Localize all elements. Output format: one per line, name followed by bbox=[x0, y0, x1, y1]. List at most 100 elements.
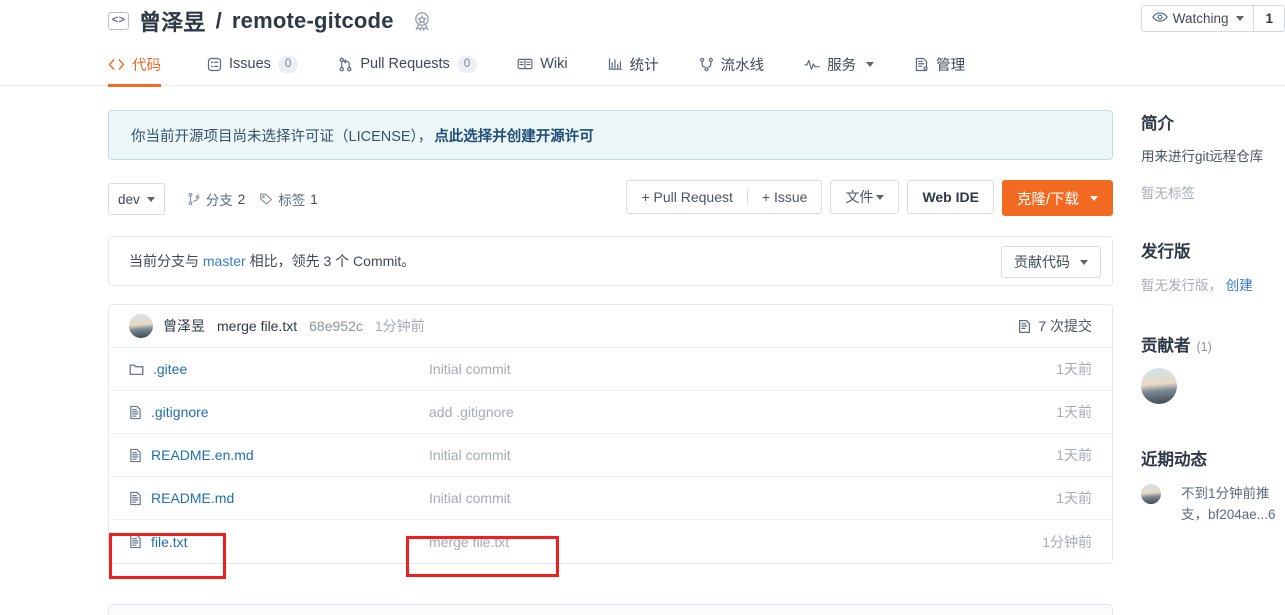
repo-header: <> 曾泽昱 / remote-gitcode Watching 1 bbox=[0, 0, 1285, 41]
repo-owner-link[interactable]: 曾泽昱 bbox=[139, 5, 206, 37]
file-icon bbox=[129, 491, 142, 506]
sidebar-contributors-title: 贡献者 (1) bbox=[1141, 332, 1285, 356]
compare-suffix: 个 Commit。 bbox=[335, 253, 416, 269]
file-commit-message[interactable]: Initial commit bbox=[429, 490, 1092, 506]
code-icon bbox=[108, 58, 125, 71]
avatar[interactable] bbox=[1141, 367, 1177, 404]
tab-issues-label: Issues bbox=[229, 56, 271, 72]
tab-statistics[interactable]: 统计 bbox=[588, 42, 679, 86]
activity-item: 不到1分钟前推 支，bf204ae...6 bbox=[1141, 483, 1285, 526]
commit-history-link[interactable]: 7 次提交 bbox=[1017, 316, 1092, 336]
chevron-down-icon bbox=[146, 196, 155, 202]
clone-download-label: 克隆/下载 bbox=[1016, 191, 1079, 208]
commit-time: 1分钟前 bbox=[374, 318, 425, 334]
file-link[interactable]: .gitignore bbox=[151, 404, 209, 420]
branch-compare-notice: 当前分支与 master 相比，领先 3 个 Commit。 贡献代码 bbox=[108, 236, 1113, 286]
tab-code[interactable]: 代码 bbox=[108, 42, 187, 87]
file-commit-message[interactable]: Initial commit bbox=[429, 361, 1092, 377]
sidebar-about-title: 简介 bbox=[1141, 115, 1174, 133]
license-banner-link[interactable]: 点此选择并创建开源许可 bbox=[434, 125, 594, 146]
folder-icon bbox=[129, 363, 144, 376]
tab-pipeline[interactable]: 流水线 bbox=[679, 42, 785, 86]
branches-link[interactable]: 分支 2 bbox=[187, 189, 245, 209]
file-icon bbox=[129, 405, 142, 420]
avatar bbox=[129, 314, 153, 338]
branch-selector-label: dev bbox=[118, 191, 140, 207]
compare-base-branch[interactable]: master bbox=[203, 253, 246, 269]
sidebar-releases-empty: 暂无发行版， 创建 bbox=[1141, 274, 1285, 294]
main-column: 你当前开源项目尚未选择许可证（LICENSE）， 点此选择并创建开源许可 dev bbox=[108, 86, 1113, 564]
tab-issues[interactable]: Issues 0 bbox=[187, 42, 318, 86]
code-brackets-icon: <> bbox=[108, 11, 129, 30]
contribute-code-label: 贡献代码 bbox=[1014, 254, 1070, 270]
compare-middle: 相比，领先 bbox=[249, 253, 320, 269]
new-pull-request-button[interactable]: + Pull Request bbox=[627, 189, 746, 205]
activity-line-1: 不到1分钟前推 bbox=[1181, 485, 1270, 501]
files-menu-button[interactable]: 文件 bbox=[830, 180, 900, 214]
commit-sha[interactable]: 68e952c bbox=[309, 318, 363, 334]
watch-count[interactable]: 1 bbox=[1253, 5, 1285, 32]
file-link[interactable]: README.en.md bbox=[151, 447, 254, 463]
pr-issue-button-group: + Pull Request + Issue bbox=[626, 180, 823, 214]
file-commit-message[interactable]: Initial commit bbox=[429, 447, 1092, 463]
repo-name-link[interactable]: remote-gitcode bbox=[232, 8, 394, 34]
table-row[interactable]: .gitignore add .gitignore 1天前 bbox=[109, 391, 1112, 434]
commit-message[interactable]: merge file.txt bbox=[217, 318, 297, 334]
tab-manage-label: 管理 bbox=[936, 57, 966, 74]
tab-pipeline-label: 流水线 bbox=[720, 57, 765, 74]
create-release-link[interactable]: 创建 bbox=[1226, 278, 1253, 293]
file-link[interactable]: README.md bbox=[151, 490, 234, 506]
tag-icon bbox=[259, 192, 273, 206]
tab-services[interactable]: 服务 bbox=[784, 42, 894, 86]
watch-label: Watching bbox=[1172, 11, 1229, 26]
new-issue-button[interactable]: + Issue bbox=[746, 189, 822, 205]
license-banner-text: 你当前开源项目尚未选择许可证（LICENSE）， bbox=[131, 128, 433, 145]
file-icon bbox=[129, 534, 142, 549]
table-row[interactable]: file.txt merge file.txt 1分钟前 bbox=[109, 520, 1112, 563]
tab-statistics-label: 统计 bbox=[629, 57, 659, 74]
tab-pull-requests-count: 0 bbox=[456, 55, 478, 73]
file-commit-message[interactable]: merge file.txt bbox=[429, 534, 1092, 550]
tags-count: 1 bbox=[310, 191, 318, 207]
commit-author[interactable]: 曾泽昱 bbox=[163, 316, 205, 336]
compare-commits-ahead: 3 bbox=[323, 253, 332, 269]
table-row[interactable]: README.en.md Initial commit 1天前 bbox=[109, 434, 1112, 477]
clone-download-button[interactable]: 克隆/下载 bbox=[1001, 180, 1113, 216]
chevron-down-icon bbox=[1090, 195, 1098, 201]
branch-selector[interactable]: dev bbox=[108, 183, 165, 215]
latest-commit-row: 曾泽昱 merge file.txt 68e952c 1分钟前 7 次提交 bbox=[109, 305, 1112, 348]
file-name-cell: file.txt bbox=[129, 534, 429, 550]
watch-button[interactable]: Watching bbox=[1140, 5, 1254, 32]
tab-wiki-label: Wiki bbox=[540, 56, 568, 72]
tags-link[interactable]: 标签 1 bbox=[259, 189, 318, 209]
file-link[interactable]: .gitee bbox=[153, 361, 187, 377]
chevron-down-icon bbox=[876, 194, 885, 200]
repo-toolbar: dev 分支 2 标签 1 + Pull Request + Issue 文件 … bbox=[108, 180, 1113, 218]
repository-page: <> 曾泽昱 / remote-gitcode Watching 1 代码 Is… bbox=[0, 0, 1285, 615]
web-ide-button[interactable]: Web IDE bbox=[907, 180, 994, 214]
file-icon bbox=[129, 448, 142, 463]
chevron-down-icon bbox=[1080, 259, 1088, 265]
table-row[interactable]: README.md Initial commit 1天前 bbox=[109, 477, 1112, 520]
watch-group: Watching 1 bbox=[1140, 5, 1285, 32]
file-name-cell: .gitignore bbox=[129, 404, 429, 420]
branches-label: 分支 bbox=[205, 193, 233, 208]
avatar[interactable] bbox=[1141, 483, 1161, 504]
repo-sidebar: 简介 用来进行git远程仓库 暂无标签 发行版 暂无发行版， 创建 贡献者 (1… bbox=[1113, 86, 1285, 564]
license-banner: 你当前开源项目尚未选择许可证（LICENSE）， 点此选择并创建开源许可 bbox=[108, 110, 1113, 160]
tab-wiki[interactable]: Wiki bbox=[497, 42, 587, 86]
tab-manage[interactable]: 管理 bbox=[894, 42, 985, 86]
sidebar-releases-title: 发行版 bbox=[1141, 242, 1191, 261]
file-time: 1天前 bbox=[1056, 361, 1092, 377]
file-commit-message[interactable]: add .gitignore bbox=[429, 404, 1092, 420]
table-row[interactable]: .gitee Initial commit 1天前 bbox=[109, 348, 1112, 391]
contribute-code-button[interactable]: 贡献代码 bbox=[1001, 246, 1101, 278]
tab-pull-requests[interactable]: Pull Requests 0 bbox=[318, 42, 497, 86]
settings-doc-icon bbox=[914, 57, 929, 72]
file-link[interactable]: file.txt bbox=[151, 534, 188, 550]
file-time: 1天前 bbox=[1056, 490, 1092, 506]
commit-history-label: 7 次提交 bbox=[1038, 318, 1092, 334]
activity-text: 不到1分钟前推 支，bf204ae...6 bbox=[1181, 484, 1276, 526]
pipeline-icon bbox=[699, 57, 714, 72]
branch-icon bbox=[187, 192, 201, 206]
